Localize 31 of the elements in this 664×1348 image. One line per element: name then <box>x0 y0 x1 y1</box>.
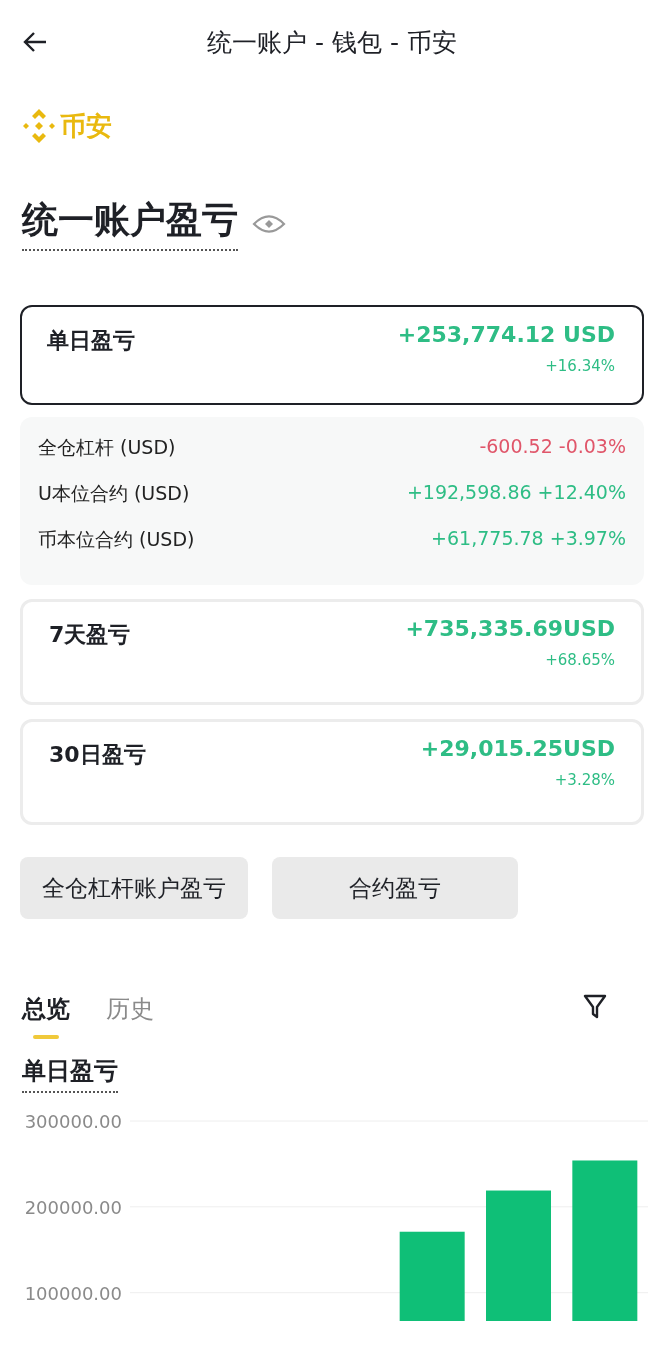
card-label: 30日盈亏 <box>49 741 146 769</box>
pnl-value: +735,335.69USD <box>405 616 615 641</box>
pnl-card[interactable]: 30日盈亏 +29,015.25USD +3.28% <box>20 719 644 825</box>
breakdown-value: +192,598.86 +12.40% <box>406 481 626 503</box>
y-tick-label: 300000.00 <box>24 1111 122 1132</box>
pnl-percent: +68.65% <box>545 651 615 669</box>
pnl-percent: +16.34% <box>545 357 615 375</box>
y-tick-label: 100000.00 <box>24 1282 122 1304</box>
brand-name: 币安 <box>60 109 112 143</box>
pnl-value: +253,774.12 USD <box>397 322 615 347</box>
pnl-percent: +3.28% <box>554 771 615 789</box>
filter-icon[interactable] <box>582 993 608 1021</box>
y-tick-label: 200000.00 <box>24 1196 122 1218</box>
breakdown-label: 全仓杠杆 (USD) <box>38 435 176 460</box>
breakdown-value: +61,775.78 +3.97% <box>431 527 626 549</box>
card-label: 7天盈亏 <box>49 621 131 649</box>
screen-title: 统一账户 - 钱包 - 币安 <box>207 27 457 57</box>
page-title: 统一账户盈亏 <box>22 196 238 251</box>
section-title: 单日盈亏 <box>22 1055 118 1093</box>
logo-icon <box>22 108 56 144</box>
eye-icon[interactable] <box>252 212 286 235</box>
pnl-button[interactable]: 合约盈亏 <box>272 857 518 919</box>
pnl-card[interactable]: 7天盈亏 +735,335.69USD +68.65% <box>20 599 644 705</box>
pnl-card[interactable]: 单日盈亏 +253,774.12 USD +16.34% <box>20 305 644 405</box>
card-label: 单日盈亏 <box>47 327 135 355</box>
breakdown-value: -600.52 -0.03% <box>479 435 626 457</box>
breakdown-label: U本位合约 (USD) <box>38 481 190 506</box>
pnl-button[interactable]: 全仓杠杆账户盈亏 <box>20 857 248 919</box>
breakdown-label: 币本位合约 (USD) <box>38 527 195 552</box>
pnl-value: +29,015.25USD <box>420 736 615 761</box>
tab[interactable]: 总览 <box>22 993 70 1039</box>
